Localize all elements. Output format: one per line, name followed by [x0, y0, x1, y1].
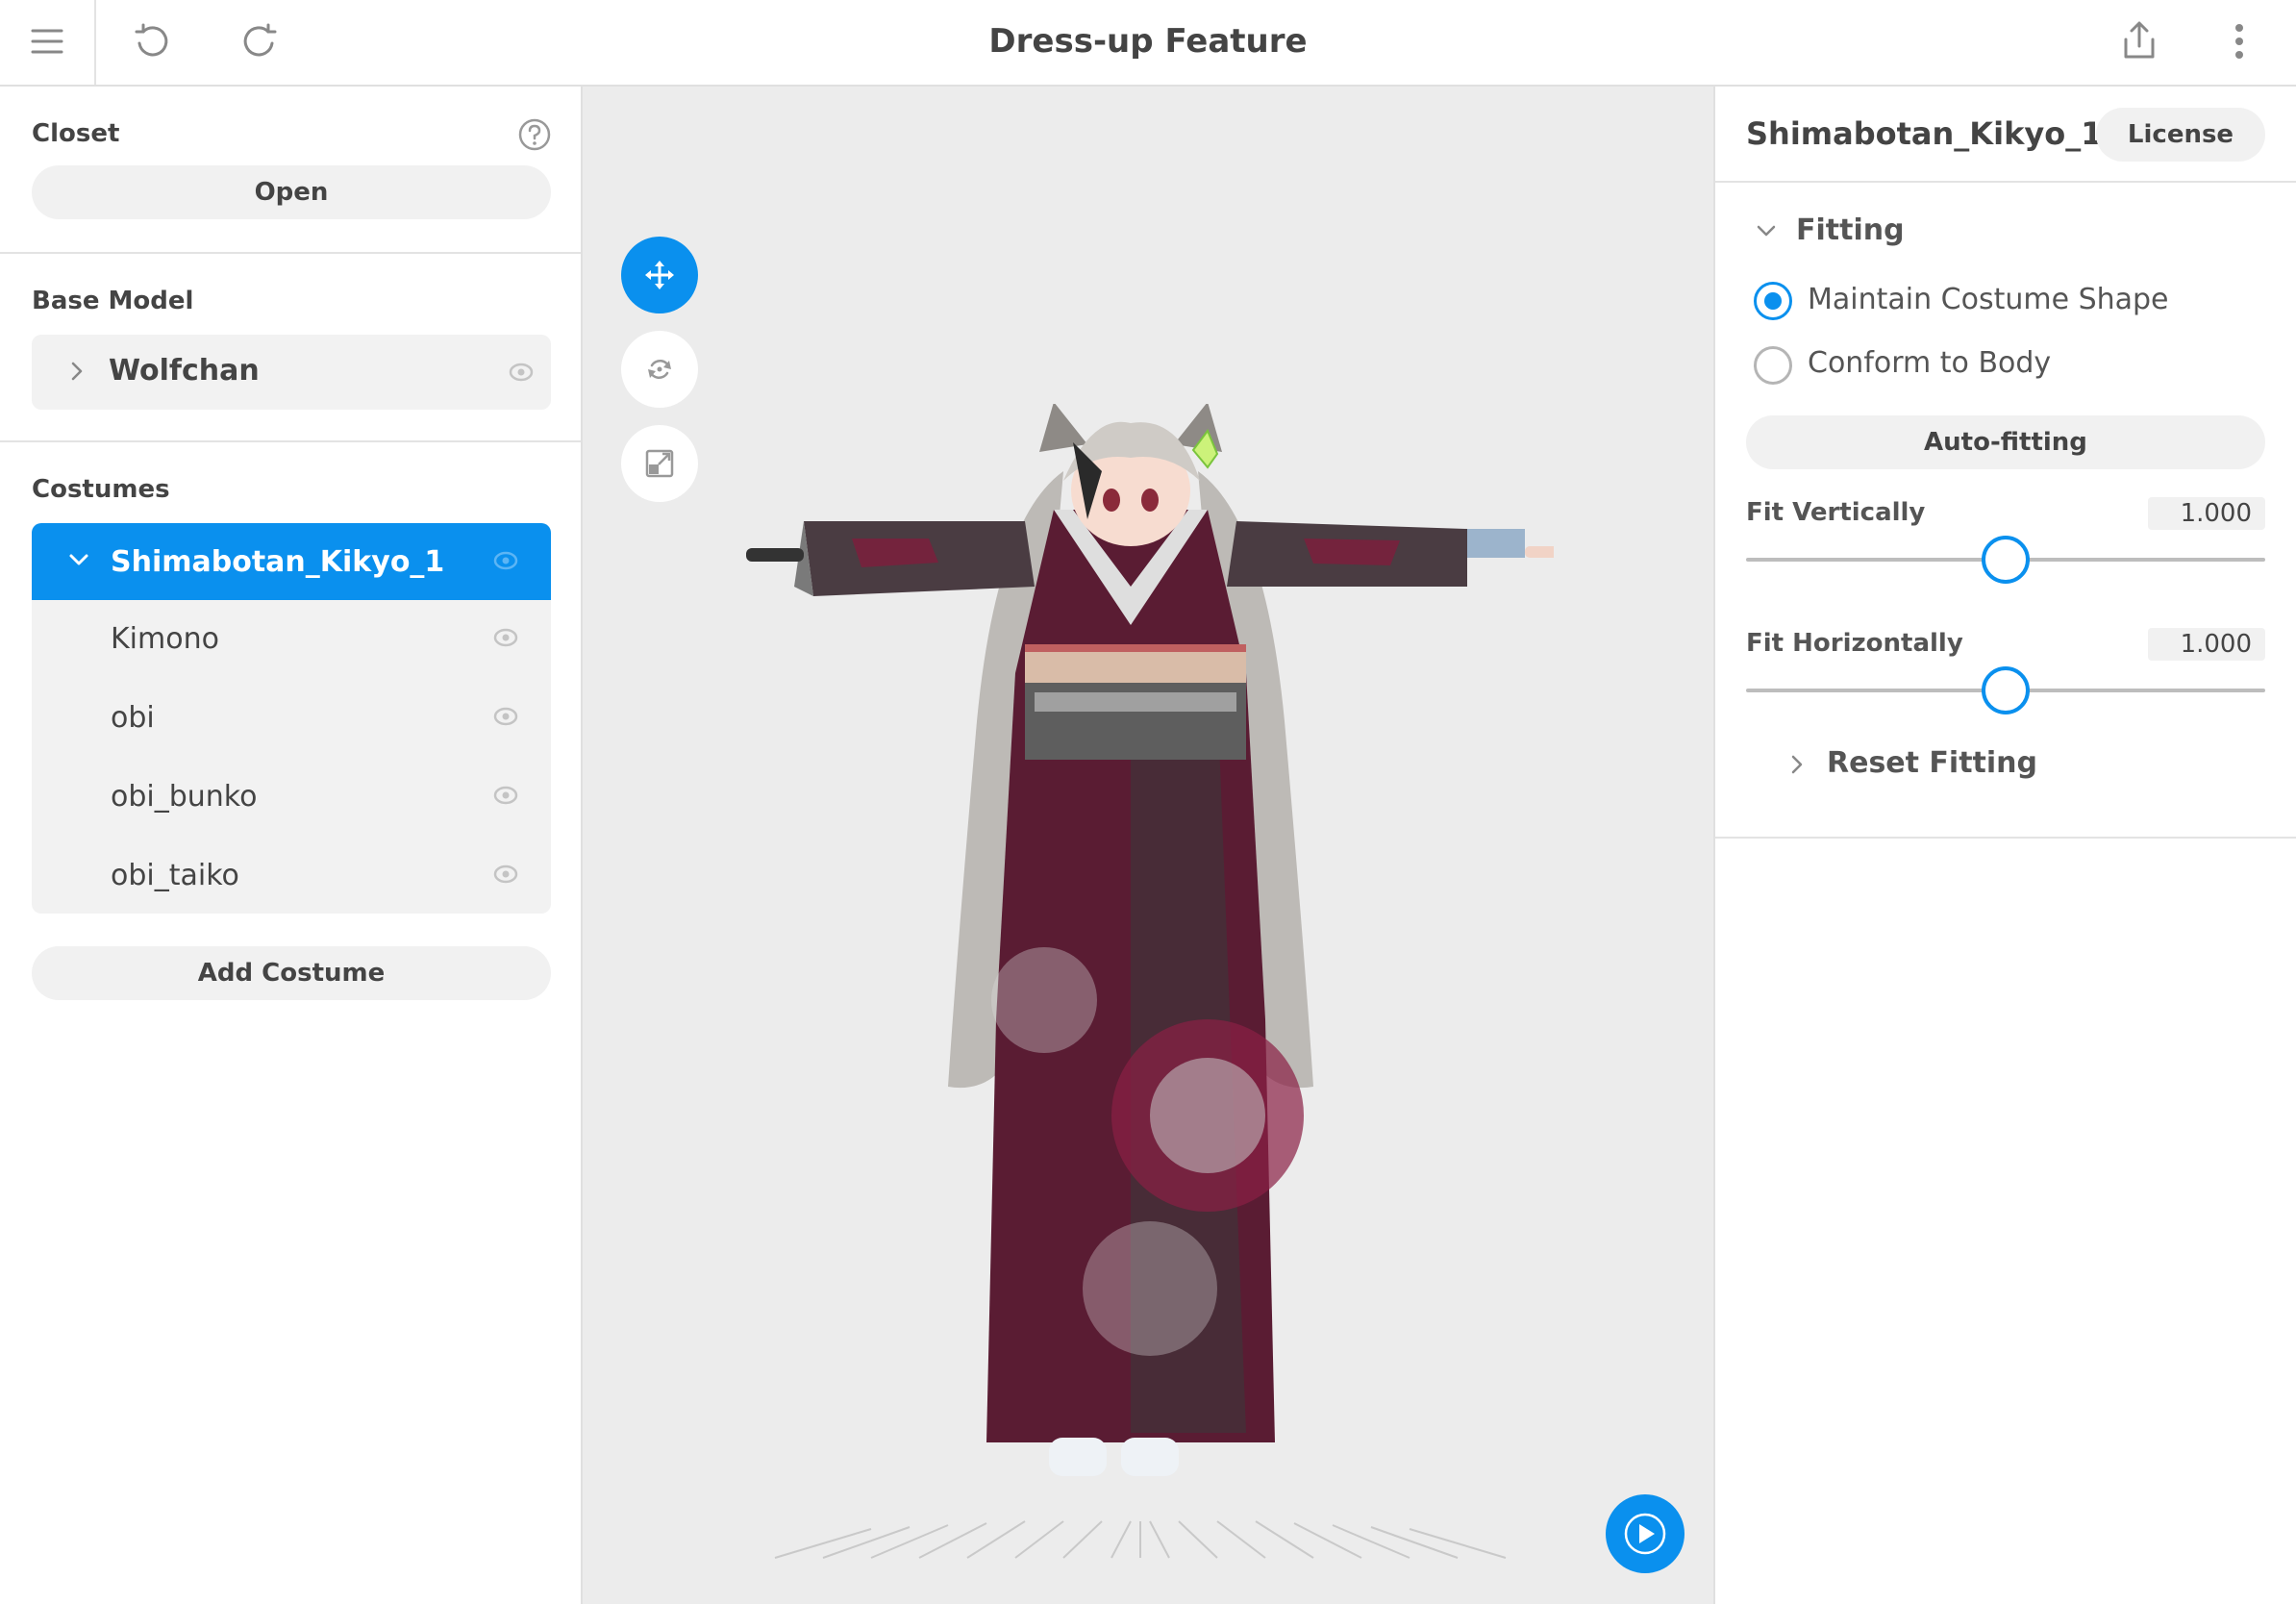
costumes-label: Costumes: [32, 475, 170, 504]
fit-vertically-slider-thumb[interactable]: [1982, 536, 2030, 584]
chevron-right-icon[interactable]: [1790, 754, 1804, 779]
costume-list: Shimabotan_Kikyo_1 Kimono obi obi_bunko …: [32, 523, 551, 914]
help-icon[interactable]: [517, 117, 552, 156]
obi-sash: [1025, 644, 1246, 760]
eye-icon[interactable]: [509, 363, 534, 386]
more-vertical-icon[interactable]: [2206, 8, 2273, 75]
base-model-name: Wolfchan: [109, 354, 260, 388]
costume-item-obi-bunko[interactable]: obi_bunko: [32, 758, 551, 835]
costume-item-label: Shimabotan_Kikyo_1: [111, 544, 445, 579]
costume-item-shimabotan[interactable]: Shimabotan_Kikyo_1: [32, 523, 551, 600]
scale-tool-icon[interactable]: [621, 425, 698, 502]
ear-left: [1039, 404, 1087, 452]
move-tool-icon[interactable]: [621, 237, 698, 313]
costume-item-obi-taiko[interactable]: obi_taiko: [32, 837, 551, 914]
eye-icon[interactable]: [493, 865, 518, 888]
fit-horizontally-value[interactable]: 1.000: [2148, 628, 2265, 661]
top-bar: Dress-up Feature: [0, 0, 2296, 87]
share-icon[interactable]: [2106, 8, 2173, 75]
radio-maintain-shape[interactable]: [1754, 282, 1792, 320]
chevron-down-icon[interactable]: [68, 552, 89, 571]
fit-horizontally-label: Fit Horizontally: [1746, 629, 1963, 658]
play-button[interactable]: [1606, 1494, 1685, 1573]
rotate-tool-icon[interactable]: [621, 331, 698, 408]
fit-vertically-label: Fit Vertically: [1746, 498, 1926, 527]
fit-horizontally-slider-thumb[interactable]: [1982, 666, 2030, 714]
eye-icon[interactable]: [493, 707, 518, 730]
inspector-title: Shimabotan_Kikyo_1: [1746, 115, 2103, 152]
license-button[interactable]: License: [2096, 108, 2265, 162]
base-model-row[interactable]: Wolfchan: [32, 335, 551, 410]
costume-item-label: obi: [111, 700, 155, 735]
closet-open-button[interactable]: Open: [32, 165, 551, 219]
costume-item-kimono[interactable]: Kimono: [32, 600, 551, 677]
eye-icon[interactable]: [493, 786, 518, 809]
radio-maintain-shape-label[interactable]: Maintain Costume Shape: [1808, 283, 2169, 316]
chevron-down-icon[interactable]: [1756, 223, 1777, 242]
divider: [1715, 181, 2296, 183]
divider: [1715, 837, 2296, 839]
chevron-right-icon[interactable]: [70, 361, 84, 386]
page-title: Dress-up Feature: [988, 22, 1308, 61]
feet: [1049, 1438, 1179, 1476]
auto-fitting-button[interactable]: Auto-fitting: [1746, 415, 2265, 469]
inspector-panel: Shimabotan_Kikyo_1 License Fitting Maint…: [1713, 87, 2296, 1604]
character-model[interactable]: [708, 404, 1554, 1558]
add-costume-button[interactable]: Add Costume: [32, 946, 551, 1000]
reset-fitting-label[interactable]: Reset Fitting: [1827, 746, 2037, 780]
fitting-section-title[interactable]: Fitting: [1796, 213, 1905, 247]
costume-item-label: Kimono: [111, 621, 219, 656]
closet-label: Closet: [32, 119, 120, 148]
base-model-label: Base Model: [32, 287, 194, 315]
radio-conform-body[interactable]: [1754, 346, 1792, 385]
eye-icon[interactable]: [493, 551, 518, 574]
divider: [0, 252, 581, 254]
eye-icon[interactable]: [493, 628, 518, 651]
divider: [0, 440, 581, 442]
costume-item-label: obi_taiko: [111, 858, 239, 892]
left-panel: Closet Open Base Model Wolfchan Costumes…: [0, 87, 583, 1604]
3d-viewport[interactable]: [583, 87, 1713, 1604]
radio-conform-body-label[interactable]: Conform to Body: [1808, 346, 2051, 380]
costume-item-obi[interactable]: obi: [32, 679, 551, 756]
fit-vertically-value[interactable]: 1.000: [2148, 497, 2265, 530]
costume-item-label: obi_bunko: [111, 779, 258, 814]
